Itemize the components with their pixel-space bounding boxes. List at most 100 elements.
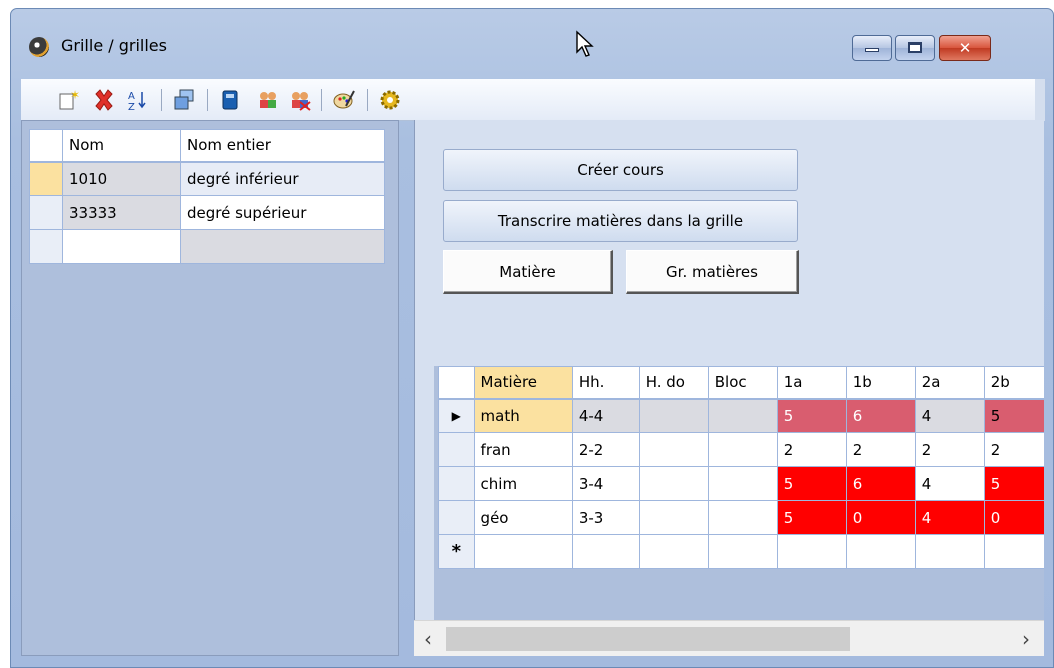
cell-matiere[interactable] [473,534,573,569]
cell-2b[interactable]: 5 [983,398,1044,433]
cell-1b[interactable]: 2 [845,432,916,467]
cell-1b[interactable]: 6 [845,398,916,433]
scroll-left-icon[interactable]: ‹ [424,627,432,651]
windows-icon[interactable] [171,87,197,113]
cell-2a[interactable]: 4 [914,500,985,535]
delete-icon[interactable] [91,87,117,113]
cell-h-do[interactable] [638,534,709,569]
cell-bloc[interactable] [707,466,778,501]
column-header-bloc[interactable]: Bloc [707,366,778,400]
cell-2a[interactable]: 2 [914,432,985,467]
cell-nom[interactable]: 33333 [62,195,181,230]
grids-list-panel: Nom Nom entier 1010 degré inférieur 3333… [21,120,399,656]
toolbar-grip[interactable] [1035,79,1045,121]
scroll-right-icon[interactable]: › [1022,627,1030,651]
cell-nom-entier[interactable]: degré inférieur [180,161,385,196]
grids-table: Nom Nom entier 1010 degré inférieur 3333… [29,129,385,264]
header-corner[interactable] [29,129,63,163]
gr-matieres-button[interactable]: Gr. matières [626,250,799,294]
row-selector[interactable] [29,161,63,196]
table-row[interactable]: fran 2-2 2 2 2 2 [438,432,1044,467]
cell-2a[interactable]: 4 [914,466,985,501]
table-row[interactable]: chim 3-4 5 6 4 5 [438,466,1044,501]
column-header-2a[interactable]: 2a [914,366,985,400]
cell-1b[interactable]: 6 [845,466,916,501]
cell-matiere[interactable]: chim [473,466,573,501]
row-selector[interactable] [438,466,475,501]
cell-2a[interactable] [914,534,985,569]
table-row[interactable]: 33333 degré supérieur [29,195,385,230]
cell-2b[interactable] [983,534,1044,569]
maximize-button[interactable] [895,35,935,61]
cell-bloc[interactable] [707,500,778,535]
table-row[interactable]: ▶ math 4-4 5 6 4 5 [438,398,1044,433]
row-selector[interactable] [29,229,63,264]
column-header-1a[interactable]: 1a [776,366,847,400]
cell-nom[interactable]: 1010 [62,161,181,196]
horizontal-scrollbar[interactable]: ‹ › [414,620,1044,656]
cell-hh[interactable]: 3-4 [571,466,640,501]
table-header-row: Matière Hh. H. do Bloc 1a 1b 2a 2b [438,366,1044,400]
gear-icon[interactable] [377,87,403,113]
cell-h-do[interactable] [638,466,709,501]
column-header-1b[interactable]: 1b [845,366,916,400]
cell-matiere[interactable]: fran [473,432,573,467]
cell-matiere[interactable]: géo [473,500,573,535]
cell-bloc[interactable] [707,534,778,569]
book-icon[interactable] [217,87,243,113]
current-row-indicator[interactable]: ▶ [438,398,475,433]
cell-nom[interactable] [62,229,181,264]
row-selector[interactable] [29,195,63,230]
cell-1a[interactable]: 5 [776,500,847,535]
column-header-nom-entier[interactable]: Nom entier [180,129,385,163]
palette-icon[interactable] [331,87,357,113]
row-selector[interactable] [438,500,475,535]
row-selector[interactable] [438,432,475,467]
cell-bloc[interactable] [707,398,778,433]
header-corner[interactable] [438,366,475,400]
minimize-button[interactable] [852,35,892,61]
column-header-matiere[interactable]: Matière [473,366,573,400]
new-row-indicator[interactable]: * [438,534,475,569]
cell-hh[interactable]: 2-2 [571,432,640,467]
cell-2b[interactable]: 2 [983,432,1044,467]
cell-1b[interactable] [845,534,916,569]
cell-1a[interactable]: 5 [776,466,847,501]
cell-h-do[interactable] [638,432,709,467]
cell-2a[interactable]: 4 [914,398,985,433]
title-bar[interactable]: Grille / grilles ✕ [11,9,1053,79]
column-header-h-do[interactable]: H. do [638,366,709,400]
cell-2b[interactable]: 5 [983,466,1044,501]
new-icon[interactable]: ✶ [55,87,81,113]
cell-1a[interactable] [776,534,847,569]
cell-bloc[interactable] [707,432,778,467]
creer-cours-button[interactable]: Créer cours [443,149,798,191]
cell-nom-entier[interactable] [180,229,385,264]
cell-1b[interactable]: 0 [845,500,916,535]
close-button[interactable]: ✕ [939,35,991,61]
cell-h-do[interactable] [638,500,709,535]
new-row[interactable]: * [438,534,1044,569]
cell-2b[interactable]: 0 [983,500,1044,535]
cell-matiere[interactable]: math [473,398,573,433]
cell-h-do[interactable] [638,398,709,433]
scrollbar-thumb[interactable] [446,627,850,651]
teachers-icon[interactable] [255,87,281,113]
table-row[interactable]: 1010 degré inférieur [29,161,385,196]
cell-hh[interactable]: 4-4 [571,398,640,433]
toolbar-separator [321,89,322,111]
cell-hh[interactable]: 3-3 [571,500,640,535]
matiere-button[interactable]: Matière [443,250,613,294]
column-header-nom[interactable]: Nom [62,129,181,163]
column-header-2b[interactable]: 2b [983,366,1044,400]
table-row[interactable]: géo 3-3 5 0 4 0 [438,500,1044,535]
transcrire-matieres-button[interactable]: Transcrire matières dans la grille [443,200,798,242]
column-header-hh[interactable]: Hh. [571,366,640,400]
new-row[interactable] [29,229,385,264]
sort-icon[interactable]: AZ [125,87,151,113]
cell-1a[interactable]: 2 [776,432,847,467]
cell-1a[interactable]: 5 [776,398,847,433]
cell-nom-entier[interactable]: degré supérieur [180,195,385,230]
cell-hh[interactable] [571,534,640,569]
teachers-remove-icon[interactable] [287,87,313,113]
